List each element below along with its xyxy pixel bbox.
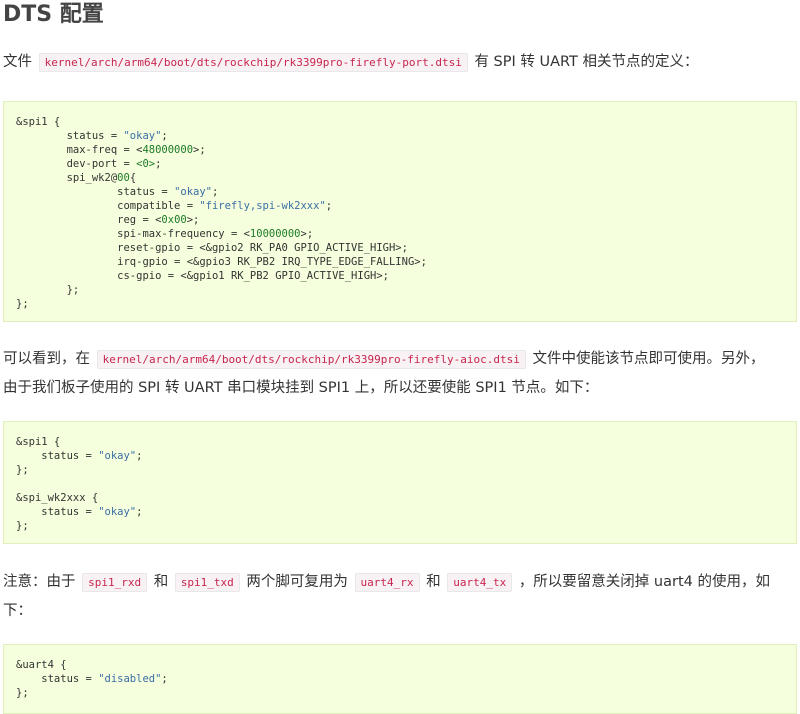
code-block-enable-spi1: &spi1 { status = "okay"; }; &spi_wk2xxx … xyxy=(3,421,797,544)
code-line: max-freq = <48000000>; xyxy=(16,144,206,156)
code-block-disable-uart4: &uart4 { status = "disabled"; }; xyxy=(3,644,797,714)
code-line: reset-gpio = <&gpio2 RK_PA0 GPIO_ACTIVE_… xyxy=(16,242,408,254)
code-block-spi1-definition: &spi1 { status = "okay"; max-freq = <480… xyxy=(3,101,797,322)
code-line: dev-port = <0>; xyxy=(16,158,162,170)
paragraph-aioc-dtsi: 可以看到，在 kernel/arch/arm64/boot/dts/rockch… xyxy=(3,345,764,402)
para1-text-before: 文件 xyxy=(3,54,32,70)
code-line: irq-gpio = <&gpio3 RK_PB2 IRQ_TYPE_EDGE_… xyxy=(16,256,427,268)
code-line: &spi1 { xyxy=(16,436,61,448)
para2-text-after: 文件中使能该节点即可使用。另外， xyxy=(532,351,765,367)
code-line: status = "okay"; xyxy=(16,130,168,142)
code-line: compatible = "firefly,spi-wk2xxx"; xyxy=(16,200,333,212)
paragraph-uart4-note: 注意：由于 spi1_rxd 和 spi1_txd 两个脚可复用为 uart4_… xyxy=(3,568,770,625)
paragraph-port-dtsi: 文件 kernel/arch/arm64/boot/dts/rockchip/r… xyxy=(3,48,699,77)
para3-text-1: 注意：由于 xyxy=(3,574,76,590)
code-line: status = "disabled"; xyxy=(16,673,168,685)
code-line: }; xyxy=(16,520,29,532)
inline-code-spi1-rxd: spi1_rxd xyxy=(82,573,148,592)
code-line: }; xyxy=(16,298,29,310)
inline-code-uart4-tx: uart4_tx xyxy=(447,573,513,592)
code-block-content: &spi1 { status = "okay"; }; &spi_wk2xxx … xyxy=(16,436,142,532)
para3-text-line2: 下： xyxy=(3,603,32,619)
code-line: &spi1 { xyxy=(16,116,61,128)
para2-text-before: 可以看到，在 xyxy=(3,351,90,367)
para2-text-line2: 由于我们板子使用的 SPI 转 UART 串口模块挂到 SPI1 上，所以还要使… xyxy=(3,380,599,396)
code-line: cs-gpio = <&gpio1 RK_PB2 GPIO_ACTIVE_HIG… xyxy=(16,270,389,282)
code-line: &uart4 { xyxy=(16,659,67,671)
code-block-content: &uart4 { status = "disabled"; }; xyxy=(16,659,168,699)
code-line: &spi_wk2xxx { xyxy=(16,492,99,504)
inline-code-port-dtsi-path: kernel/arch/arm64/boot/dts/rockchip/rk33… xyxy=(38,53,468,72)
inline-code-spi1-txd: spi1_txd xyxy=(174,573,240,592)
code-line: reg = <0x00>; xyxy=(16,214,200,226)
code-line: }; xyxy=(16,464,29,476)
inline-code-aioc-dtsi-path: kernel/arch/arm64/boot/dts/rockchip/rk33… xyxy=(96,350,526,369)
inline-code-uart4-rx: uart4_rx xyxy=(354,573,420,592)
code-line: status = "okay"; xyxy=(16,506,143,518)
code-block-content: &spi1 { status = "okay"; max-freq = <480… xyxy=(16,116,427,310)
para3-text-3: 两个脚可复用为 xyxy=(246,574,348,590)
code-line: spi_wk2@00{ xyxy=(16,172,137,184)
para3-text-2: 和 xyxy=(153,574,169,590)
para1-text-after: 有 SPI 转 UART 相关节点的定义： xyxy=(474,54,699,70)
para3-text-4: 和 xyxy=(426,574,441,590)
page-title: DTS 配置 xyxy=(3,2,104,27)
para3-text-5: ，所以要留意关闭掉 uart4 的使用，如 xyxy=(518,574,770,590)
code-line: }; xyxy=(16,687,29,699)
code-line: status = "okay"; xyxy=(16,186,219,198)
code-line: status = "okay"; xyxy=(16,450,143,462)
code-line: spi-max-frequency = <10000000>; xyxy=(16,228,314,240)
code-line: }; xyxy=(16,284,80,296)
